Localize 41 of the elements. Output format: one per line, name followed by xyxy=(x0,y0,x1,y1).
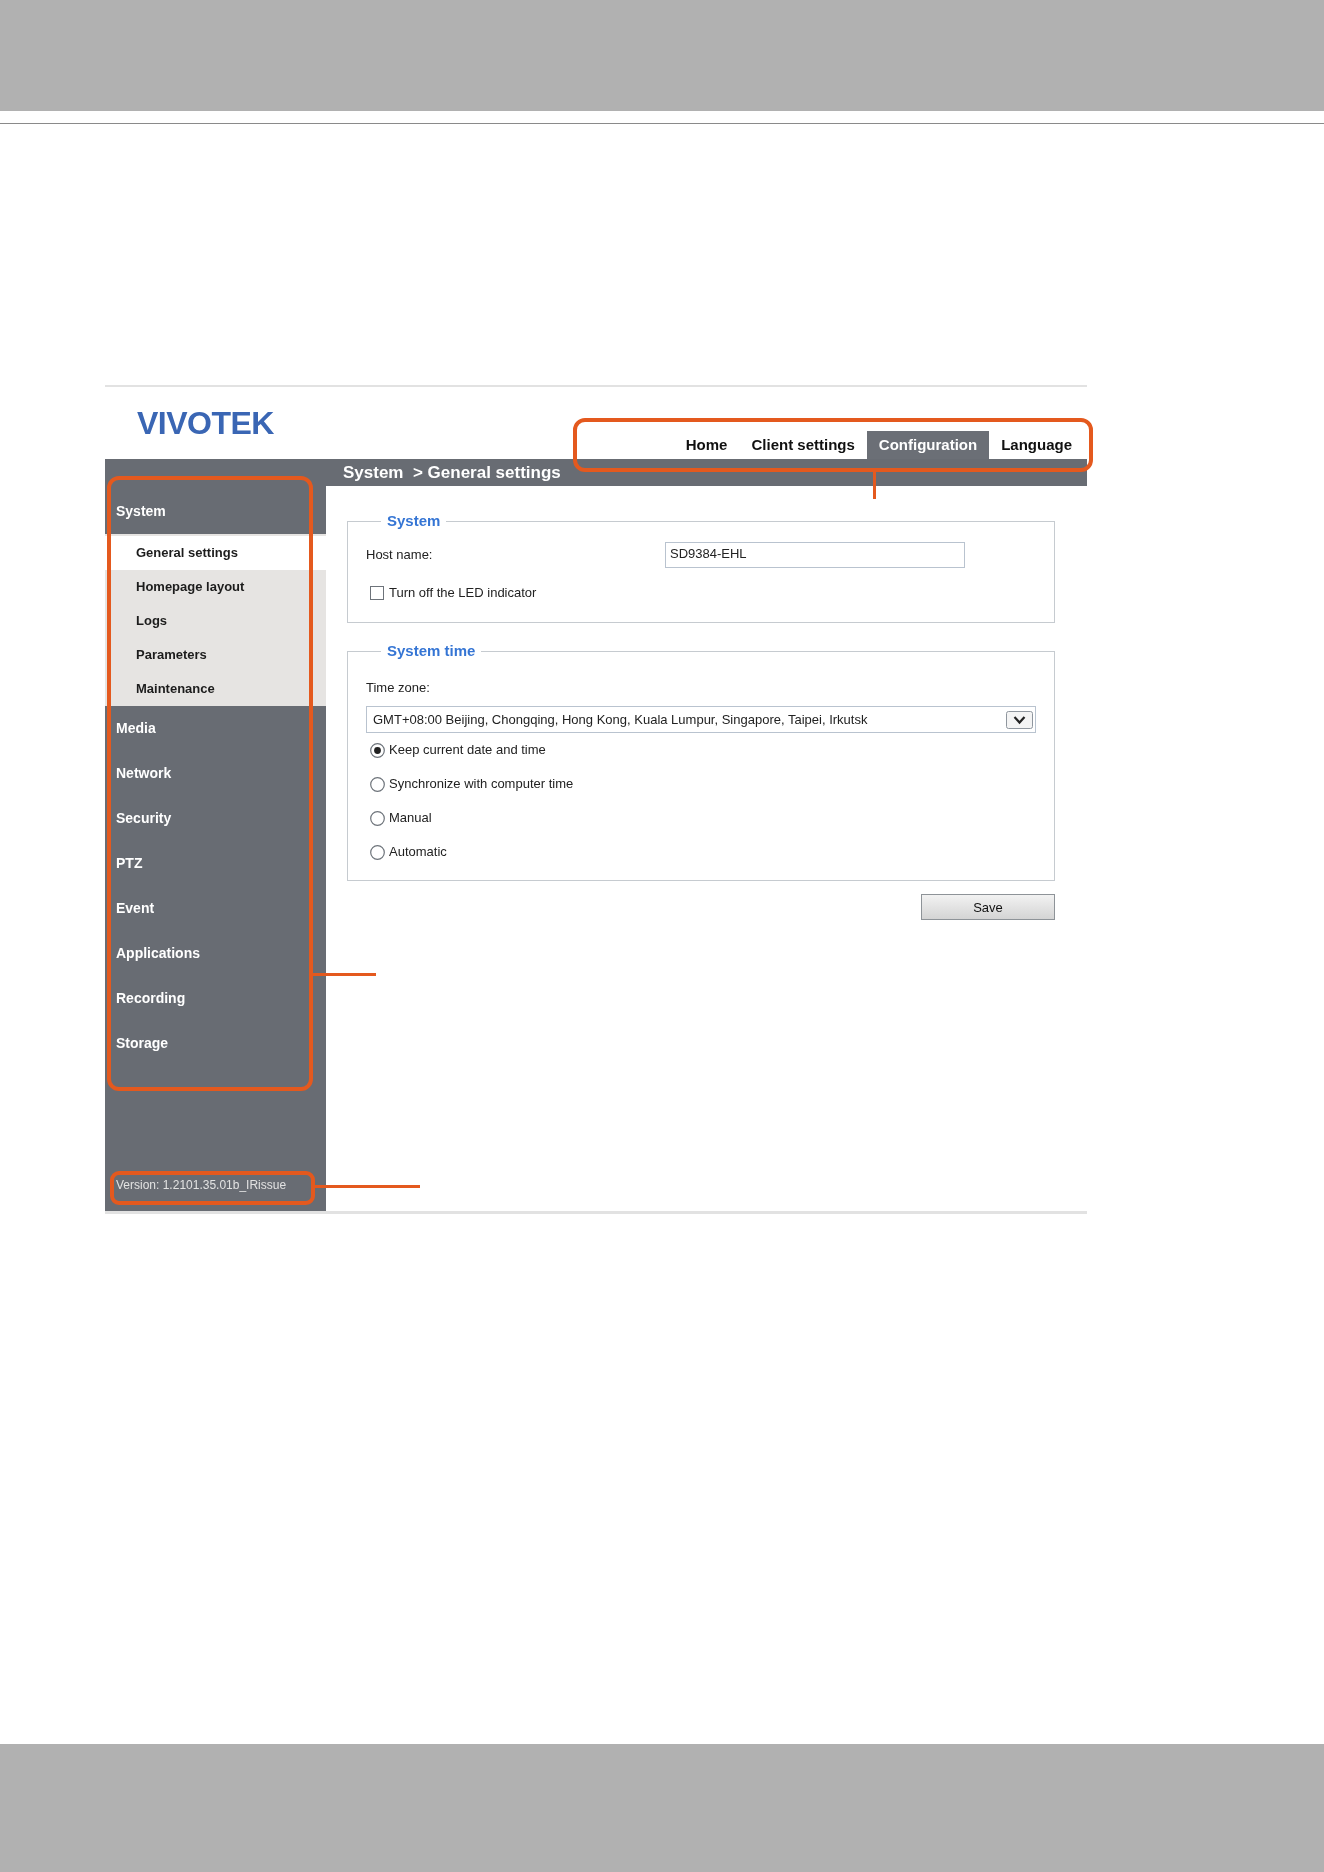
checkbox-label: Turn off the LED indicator xyxy=(389,585,537,601)
save-button[interactable]: Save xyxy=(921,894,1055,920)
group-title: System xyxy=(386,512,442,530)
sidebar-item[interactable]: Event xyxy=(105,886,326,931)
chevron-down-icon xyxy=(1006,710,1033,729)
nav-tab[interactable]: Configuration xyxy=(866,431,990,459)
radio-button[interactable] xyxy=(370,776,385,792)
radio-button[interactable] xyxy=(370,810,385,826)
logo: VIVOTEK xyxy=(137,407,274,439)
leader-line xyxy=(313,973,376,976)
leader-line xyxy=(873,472,876,499)
sidebar-item[interactable]: Media xyxy=(105,706,326,751)
sidebar-item[interactable]: System xyxy=(105,489,326,534)
radio-label: Manual xyxy=(389,810,432,826)
radio-label: Synchronize with computer time xyxy=(389,776,574,792)
submenu-item[interactable]: Homepage layout xyxy=(105,570,326,604)
group-title: System time xyxy=(386,642,477,660)
sidebar-item[interactable]: PTZ xyxy=(105,841,326,886)
breadcrumb-text: System > General settings xyxy=(343,462,561,483)
sidebar-item[interactable]: Network xyxy=(105,751,326,796)
sidebar-item[interactable]: Security xyxy=(105,796,326,841)
radio-label: Automatic xyxy=(389,844,447,860)
field-label: Host name: xyxy=(366,547,434,563)
time-zone-select[interactable]: GMT+08:00 Beijing, Chongqing, Hong Kong, Kuala Lumpur, Singapore, Taipei, Irkutsk xyxy=(366,706,1036,733)
sidebar-item[interactable]: Recording xyxy=(105,976,326,1021)
field-label: Time zone: xyxy=(366,680,431,696)
submenu-item[interactable]: General settings xyxy=(105,536,326,570)
submenu-item[interactable]: Parameters xyxy=(105,638,326,672)
sidebar-item[interactable]: Storage xyxy=(105,1021,326,1066)
sidebar-item[interactable]: Applications xyxy=(105,931,326,976)
submenu-item[interactable]: Logs xyxy=(105,604,326,638)
radio-button[interactable] xyxy=(370,742,385,758)
version-text: Version: 1.2101.35.01b_IRissue xyxy=(116,1177,287,1193)
submenu-item[interactable]: Maintenance xyxy=(105,672,326,706)
radio-label: Keep current date and time xyxy=(389,742,546,758)
radio-button[interactable] xyxy=(370,844,385,860)
checkbox[interactable] xyxy=(370,586,384,600)
nav-tab[interactable]: Language xyxy=(989,431,1084,459)
host-name-field[interactable]: SD9384-EHL xyxy=(665,542,965,568)
nav-tab[interactable]: Home xyxy=(673,431,740,459)
nav-tab[interactable]: Client settings xyxy=(739,431,867,459)
